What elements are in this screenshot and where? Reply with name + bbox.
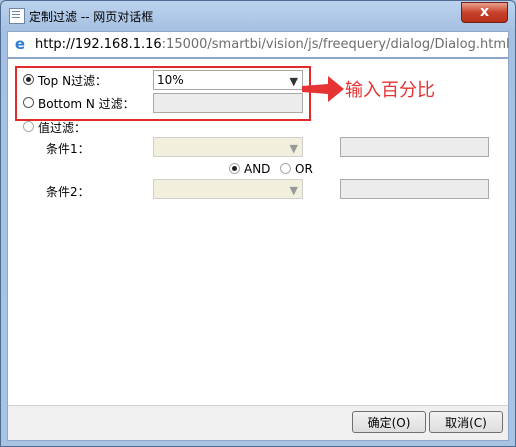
address-bar: e http://192.168.1.16:15000/smartbi/visi…: [7, 31, 510, 58]
highlight-box: [15, 66, 311, 121]
url-text: http://192.168.1.16:15000/smartbi/vision…: [35, 37, 510, 52]
url-path: :15000/smartbi/vision/js/freequery/dialo…: [161, 37, 510, 52]
arrow-icon: [302, 76, 344, 102]
ie-icon: e: [14, 35, 26, 53]
chevron-down-icon: ▼: [289, 184, 298, 197]
or-radio[interactable]: [280, 163, 291, 174]
and-label: AND: [244, 162, 271, 176]
valuefilter-label: 值过滤：: [38, 121, 87, 135]
url-host: http://192.168.1.16: [35, 37, 162, 52]
dialog-footer: 确定(O) 取消(C): [7, 405, 509, 441]
or-label: OR: [295, 162, 313, 176]
title-bar[interactable]: 定制过滤 -- 网页对话框 x: [1, 1, 515, 29]
cancel-button[interactable]: 取消(C): [429, 411, 503, 433]
ok-button[interactable]: 确定(O): [352, 411, 426, 433]
annotation-text: 输入百分比: [345, 80, 435, 101]
chevron-down-icon: ▼: [289, 142, 298, 155]
condition2-input[interactable]: [340, 179, 489, 199]
and-radio[interactable]: [229, 163, 240, 174]
condition1-input[interactable]: [340, 137, 489, 157]
condition2-select[interactable]: ▼: [153, 179, 303, 199]
condition2-label: 条件2：: [46, 185, 90, 199]
document-icon: [9, 8, 25, 24]
valuefilter-radio[interactable]: [23, 121, 34, 132]
close-button[interactable]: x: [461, 2, 508, 23]
condition1-select[interactable]: ▼: [153, 137, 303, 157]
window-title: 定制过滤 -- 网页对话框: [29, 10, 154, 24]
condition1-label: 条件1：: [46, 142, 90, 156]
